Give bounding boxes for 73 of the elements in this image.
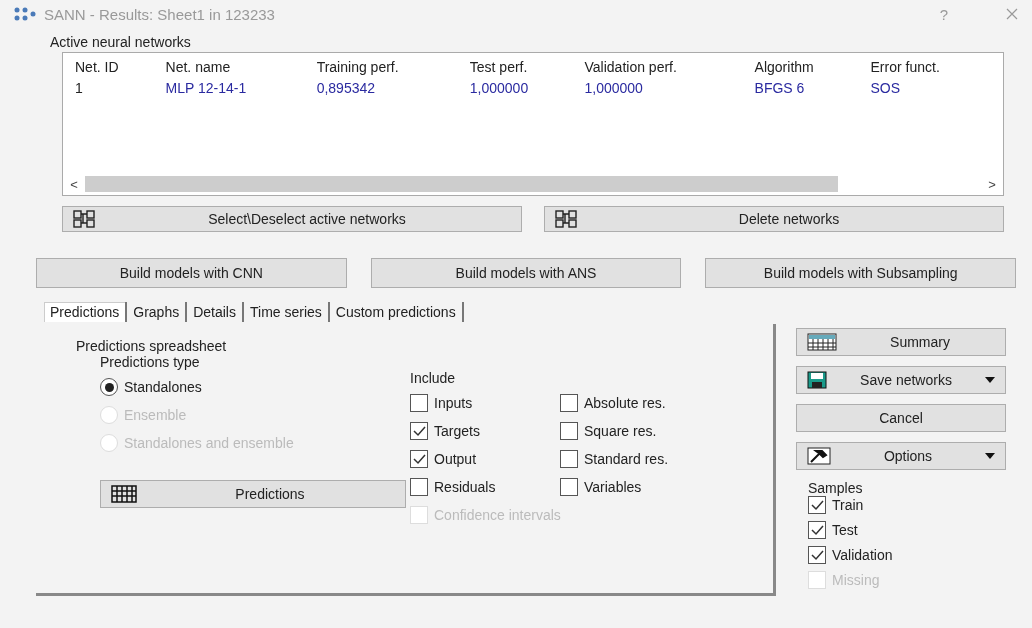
group-title: Samples bbox=[807, 480, 864, 496]
options-button[interactable]: Options bbox=[796, 442, 1006, 470]
checkbox[interactable] bbox=[410, 450, 428, 468]
checkbox-label: Validation bbox=[832, 547, 893, 563]
summary-button[interactable]: Summary bbox=[796, 328, 1006, 356]
build-models-button[interactable]: Build models with CNN bbox=[36, 258, 347, 288]
window-title: SANN - Results: Sheet1 in 123233 bbox=[44, 5, 276, 23]
tab[interactable]: Predictions bbox=[44, 302, 128, 322]
group-title: Include bbox=[410, 370, 457, 386]
checkbox[interactable] bbox=[410, 422, 428, 440]
checkbox-label: Confidence intervals bbox=[434, 507, 561, 523]
table-cell-text: 1,000000 bbox=[468, 79, 530, 98]
checkbox[interactable] bbox=[808, 546, 826, 564]
checkbox[interactable] bbox=[808, 496, 826, 514]
grid-icon bbox=[111, 485, 137, 503]
group-title: Predictions type bbox=[100, 354, 201, 370]
column-header: Training perf. bbox=[315, 58, 400, 77]
radio-button[interactable] bbox=[100, 378, 118, 396]
radio-label: Ensemble bbox=[124, 407, 187, 423]
select-networks-button[interactable]: Select\Deselect active networks bbox=[62, 206, 522, 232]
checkbox[interactable] bbox=[560, 394, 578, 412]
table-cell-text: MLP 12-14-1 bbox=[164, 79, 248, 98]
column-header: Net. ID bbox=[74, 58, 120, 77]
column-header: Net. name bbox=[164, 58, 232, 77]
tab[interactable]: Custom predictions bbox=[329, 302, 464, 322]
scrollbar-thumb[interactable] bbox=[85, 176, 838, 192]
checkbox-label: Train bbox=[832, 497, 864, 513]
checkbox-label: Missing bbox=[832, 572, 880, 588]
column-header: Validation perf. bbox=[583, 58, 678, 77]
checkbox-label: Standard res. bbox=[584, 451, 669, 467]
scroll-right-button[interactable]: > bbox=[985, 176, 999, 192]
checkbox-label: Square res. bbox=[584, 423, 657, 439]
network-icon bbox=[73, 210, 95, 228]
group-title: Predictions spreadsheet bbox=[76, 338, 228, 354]
radio-label: Standalones bbox=[124, 379, 202, 395]
predictions-button[interactable]: Predictions bbox=[100, 480, 406, 508]
tab[interactable]: Graphs bbox=[127, 302, 188, 322]
tab[interactable]: Details bbox=[187, 302, 244, 322]
tab[interactable]: Time series bbox=[244, 302, 330, 322]
delete-networks-button[interactable]: Delete networks bbox=[544, 206, 1004, 232]
checkbox-label: Inputs bbox=[434, 395, 473, 411]
checkbox[interactable] bbox=[410, 394, 428, 412]
table-cell-text: 0,895342 bbox=[315, 79, 377, 98]
column-header: Test perf. bbox=[468, 58, 529, 77]
column-header: Error funct. bbox=[869, 58, 941, 77]
column-header: Algorithm bbox=[753, 58, 815, 77]
close-icon[interactable] bbox=[1006, 8, 1018, 20]
checkbox[interactable] bbox=[560, 478, 578, 496]
table-cell-text: SOS bbox=[869, 79, 902, 98]
checkbox-label: Residuals bbox=[434, 479, 496, 495]
checkbox-label: Targets bbox=[434, 423, 480, 439]
table-cell-text: 1 bbox=[74, 79, 84, 98]
checkbox[interactable] bbox=[808, 521, 826, 539]
hammer-icon bbox=[807, 447, 831, 465]
table-cell-text: 1,000000 bbox=[583, 79, 644, 98]
checkbox[interactable] bbox=[560, 422, 578, 440]
network-icon bbox=[555, 210, 577, 228]
checkbox-label: Test bbox=[832, 522, 858, 538]
build-models-button[interactable]: Build models with ANS bbox=[370, 258, 682, 288]
checkbox-label: Absolute res. bbox=[584, 395, 666, 411]
scroll-left-button[interactable]: < bbox=[67, 176, 81, 192]
section-label: Active neural networks bbox=[50, 34, 192, 50]
network-icon bbox=[14, 7, 36, 21]
cancel-button[interactable]: Cancel bbox=[796, 404, 1006, 432]
radio-label: Standalones and ensemble bbox=[124, 435, 294, 451]
save-networks-button[interactable]: Save networks bbox=[796, 366, 1006, 394]
checkbox-label: Output bbox=[434, 451, 477, 467]
build-models-button[interactable]: Build models with Subsampling bbox=[705, 258, 1016, 288]
checkbox[interactable] bbox=[410, 478, 428, 496]
checkbox-label: Variables bbox=[584, 479, 642, 495]
table-icon bbox=[807, 333, 837, 351]
checkbox[interactable] bbox=[560, 450, 578, 468]
table-cell-text: BFGS 6 bbox=[753, 79, 806, 98]
